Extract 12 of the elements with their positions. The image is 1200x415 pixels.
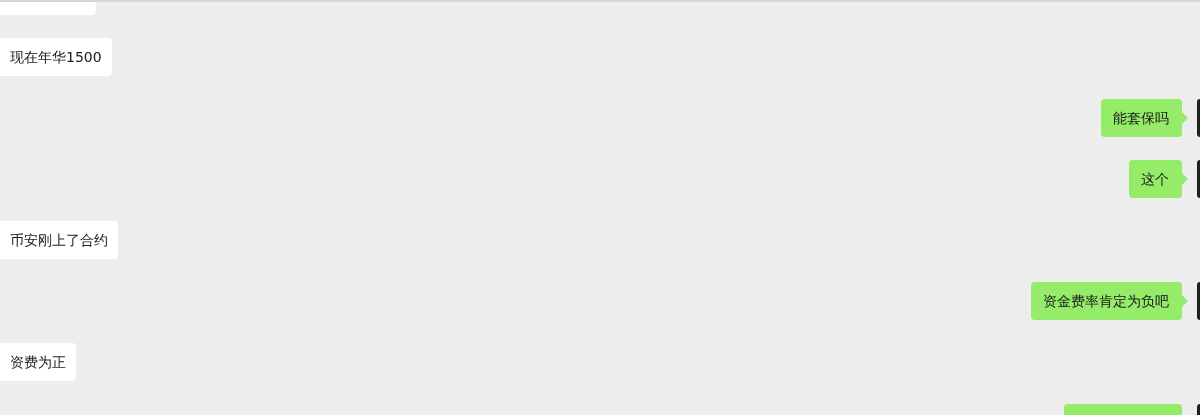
message-bubble: 资金费率肯定为负吧 — [1031, 282, 1182, 320]
bubble-tail-icon — [1182, 173, 1188, 185]
message-bubble: 资费为正 — [0, 343, 76, 381]
bubble-tail-icon — [1182, 112, 1188, 124]
bubble-tail-icon — [1182, 295, 1188, 307]
message-bubble: 币安刚上了合约 — [0, 221, 118, 259]
message-bubble: 能套保吗 — [1101, 99, 1182, 137]
avatar[interactable] — [1197, 160, 1200, 198]
avatar[interactable] — [1197, 99, 1200, 137]
message-bubble: 现在年华1500 — [0, 38, 112, 76]
message-bubble: 这个 — [1129, 160, 1182, 198]
avatar[interactable] — [1197, 282, 1200, 320]
